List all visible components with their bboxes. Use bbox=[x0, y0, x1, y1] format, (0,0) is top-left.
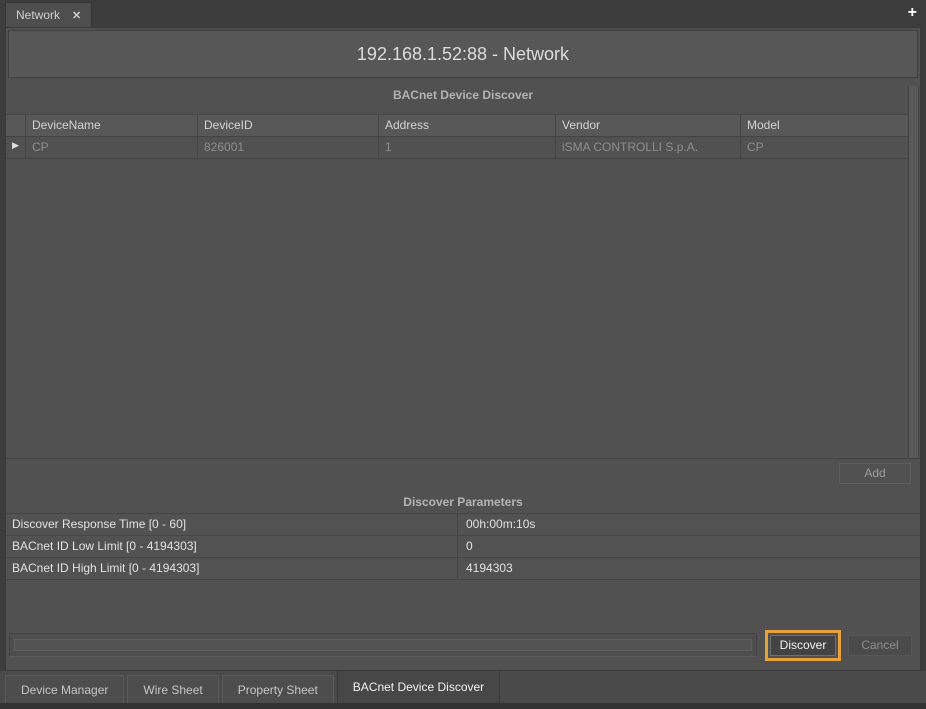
cell-deviceid: 826001 bbox=[198, 137, 379, 158]
row-selector-header bbox=[6, 115, 26, 136]
tab-property-sheet[interactable]: Property Sheet bbox=[222, 675, 334, 703]
discover-table-area: BACnet Device Discover DeviceName Device… bbox=[6, 80, 920, 458]
column-header-model[interactable]: Model bbox=[741, 115, 909, 136]
view-title: 192.168.1.52:88 - Network bbox=[8, 30, 918, 78]
discover-parameters-title: Discover Parameters bbox=[6, 487, 920, 513]
row-selector-icon: ▶ bbox=[6, 137, 26, 158]
param-value[interactable]: 0 bbox=[458, 536, 920, 557]
param-value[interactable]: 4194303 bbox=[458, 558, 920, 579]
param-row-low-limit[interactable]: BACnet ID Low Limit [0 - 4194303] 0 bbox=[6, 536, 920, 558]
discover-table-title: BACnet Device Discover bbox=[6, 80, 920, 106]
cell-model: CP bbox=[741, 137, 909, 158]
param-row-response-time[interactable]: Discover Response Time [0 - 60] 00h:00m:… bbox=[6, 513, 920, 536]
progress-bar bbox=[9, 633, 757, 657]
cancel-button[interactable]: Cancel bbox=[848, 635, 912, 656]
tab-label: Property Sheet bbox=[238, 683, 318, 697]
window-bottom-edge bbox=[0, 703, 926, 709]
tab-label: Wire Sheet bbox=[143, 683, 202, 697]
discover-highlight-box: Discover bbox=[765, 630, 841, 661]
table-row[interactable]: ▶ CP 826001 1 iSMA CONTROLLI S.p.A. CP bbox=[6, 137, 909, 159]
tab-bacnet-device-discover[interactable]: BACnet Device Discover bbox=[337, 671, 500, 703]
tab-network-label: Network bbox=[16, 8, 60, 22]
cell-vendor: iSMA CONTROLLI S.p.A. bbox=[556, 137, 741, 158]
footer-action-row: Discover Cancel bbox=[6, 627, 920, 670]
add-button-row: Add bbox=[6, 458, 920, 487]
tab-label: Device Manager bbox=[21, 683, 108, 697]
tab-network[interactable]: Network ✕ bbox=[5, 2, 92, 27]
network-view-panel: 192.168.1.52:88 - Network BACnet Device … bbox=[5, 27, 921, 671]
close-icon[interactable]: ✕ bbox=[72, 9, 81, 22]
param-row-high-limit[interactable]: BACnet ID High Limit [0 - 4194303] 41943… bbox=[6, 558, 920, 580]
column-header-vendor[interactable]: Vendor bbox=[556, 115, 741, 136]
column-header-address[interactable]: Address bbox=[379, 115, 556, 136]
top-tab-bar: Network ✕ + bbox=[0, 0, 926, 27]
tab-device-manager[interactable]: Device Manager bbox=[5, 675, 124, 703]
table-empty-area bbox=[6, 159, 909, 458]
cell-address: 1 bbox=[379, 137, 556, 158]
tab-label: BACnet Device Discover bbox=[353, 680, 484, 694]
column-header-deviceid[interactable]: DeviceID bbox=[198, 115, 379, 136]
tab-wire-sheet[interactable]: Wire Sheet bbox=[127, 675, 218, 703]
vertical-scrollbar[interactable] bbox=[908, 86, 919, 458]
app-window: Network ✕ + 192.168.1.52:88 - Network BA… bbox=[0, 0, 926, 709]
params-empty-area bbox=[6, 580, 920, 627]
cell-devicename: CP bbox=[26, 137, 198, 158]
param-label: BACnet ID Low Limit [0 - 4194303] bbox=[6, 536, 458, 557]
param-label: Discover Response Time [0 - 60] bbox=[6, 514, 458, 535]
column-header-devicename[interactable]: DeviceName bbox=[26, 115, 198, 136]
add-button[interactable]: Add bbox=[839, 463, 911, 484]
progress-bar-track bbox=[14, 639, 752, 651]
param-value[interactable]: 00h:00m:10s bbox=[458, 514, 920, 535]
add-tab-icon[interactable]: + bbox=[908, 3, 917, 23]
param-label: BACnet ID High Limit [0 - 4194303] bbox=[6, 558, 458, 579]
table-header-row: DeviceName DeviceID Address Vendor Model bbox=[6, 114, 909, 137]
discover-button[interactable]: Discover bbox=[770, 635, 836, 656]
